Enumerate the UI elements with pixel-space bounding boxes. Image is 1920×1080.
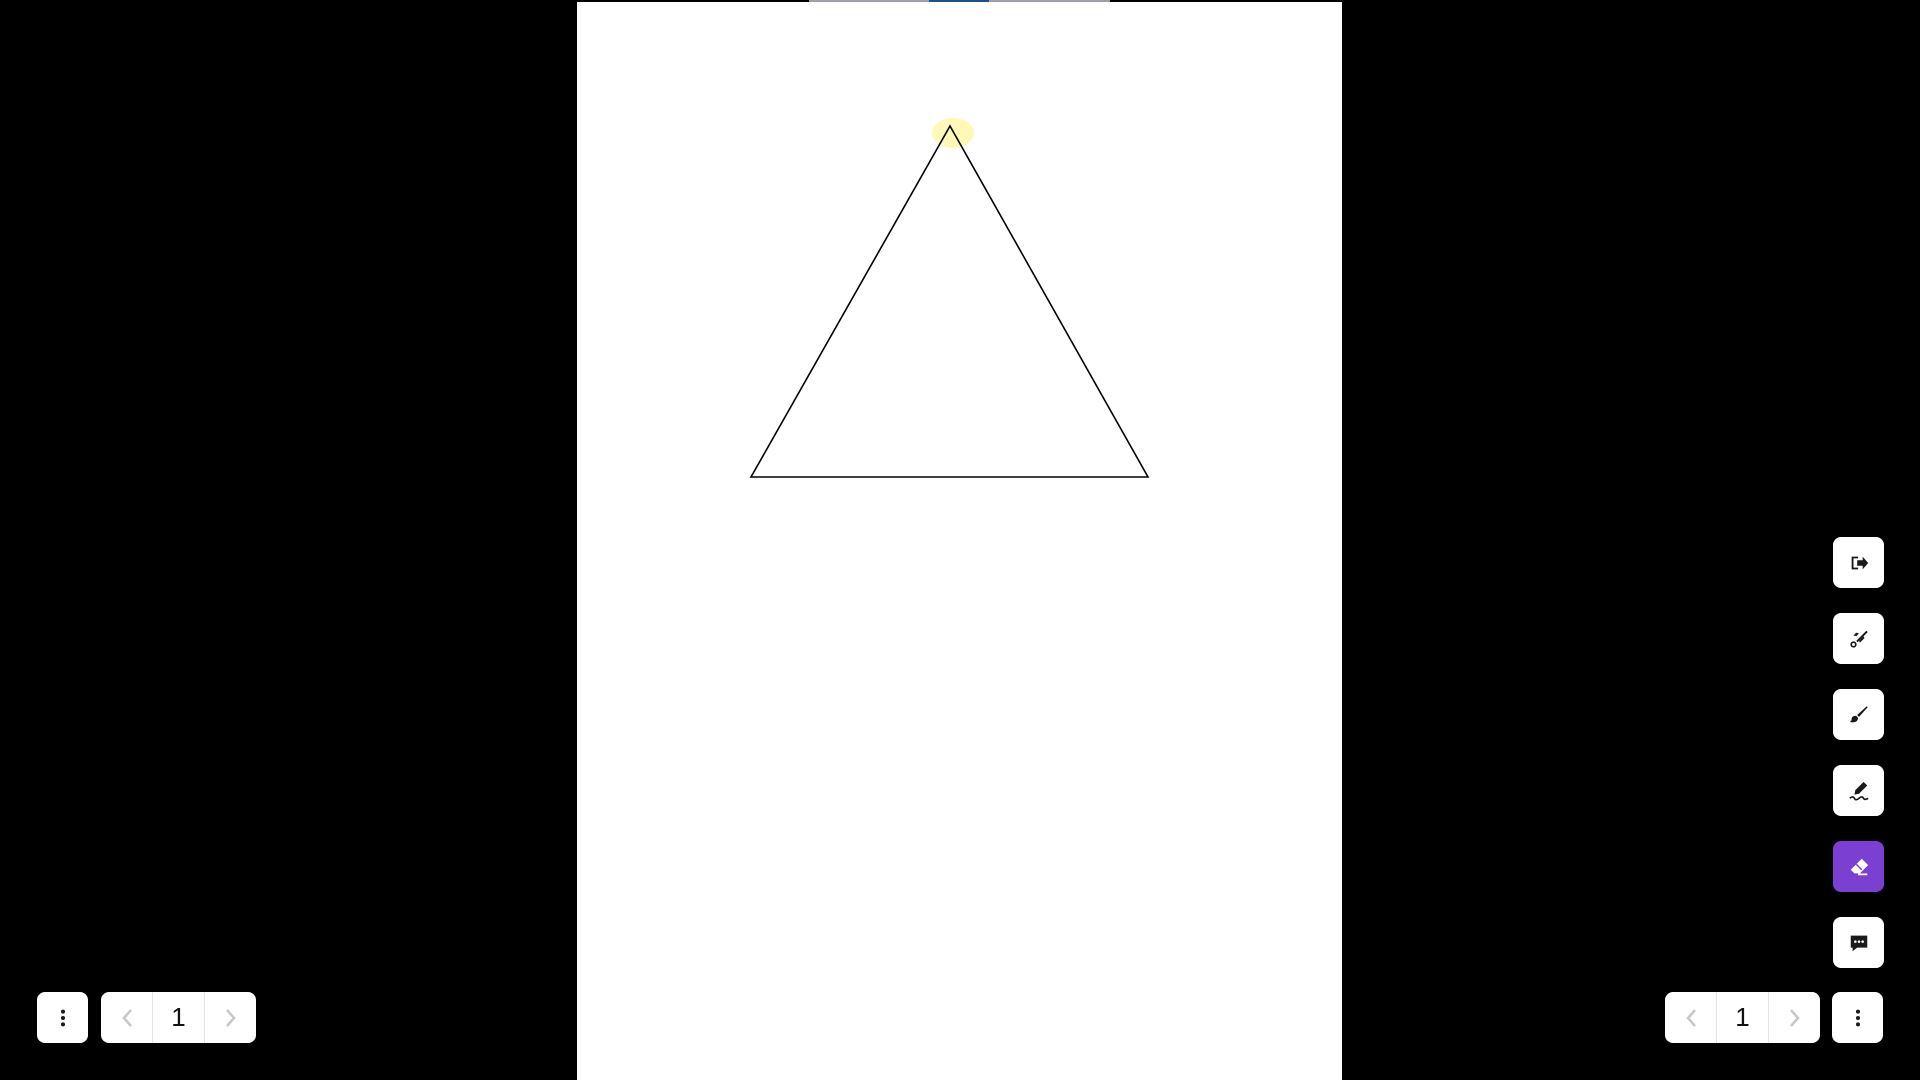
page-top-strip-active bbox=[929, 0, 989, 2]
left-page-number[interactable]: 1 bbox=[152, 992, 205, 1043]
triangle-drawing bbox=[749, 124, 1150, 478]
eraser-icon bbox=[1850, 858, 1868, 875]
brush-button[interactable] bbox=[1833, 689, 1884, 740]
right-prev-page-button[interactable] bbox=[1665, 992, 1716, 1043]
signature-pen-button[interactable] bbox=[1833, 765, 1884, 816]
left-prev-page-button[interactable] bbox=[101, 992, 152, 1043]
document-page[interactable] bbox=[577, 2, 1342, 1080]
vertical-dots-icon bbox=[60, 1009, 65, 1026]
drawing-canvas[interactable] bbox=[577, 2, 1342, 1080]
chevron-right-icon bbox=[225, 1008, 236, 1027]
signature-pen-icon bbox=[1848, 781, 1869, 801]
left-page-navigator: 1 bbox=[101, 992, 256, 1043]
chevron-left-icon bbox=[1685, 1008, 1696, 1027]
right-menu-button[interactable] bbox=[1832, 992, 1883, 1043]
chevron-left-icon bbox=[121, 1008, 132, 1027]
right-next-page-button[interactable] bbox=[1769, 992, 1820, 1043]
chevron-right-icon bbox=[1789, 1008, 1800, 1027]
comment-button[interactable] bbox=[1833, 917, 1884, 968]
vertical-dots-icon bbox=[1855, 1009, 1860, 1026]
exit-button[interactable] bbox=[1833, 537, 1884, 588]
comment-icon bbox=[1850, 935, 1867, 951]
laser-pointer-icon bbox=[1849, 630, 1868, 648]
right-page-navigator: 1 bbox=[1665, 992, 1820, 1043]
laser-pointer-button[interactable] bbox=[1833, 613, 1884, 664]
exit-icon bbox=[1851, 556, 1868, 569]
right-page-number[interactable]: 1 bbox=[1716, 992, 1769, 1043]
highlight-mark bbox=[932, 118, 974, 148]
eraser-button[interactable] bbox=[1833, 841, 1884, 892]
left-menu-button[interactable] bbox=[37, 992, 88, 1043]
brush-icon bbox=[1849, 705, 1868, 722]
left-next-page-button[interactable] bbox=[205, 992, 256, 1043]
